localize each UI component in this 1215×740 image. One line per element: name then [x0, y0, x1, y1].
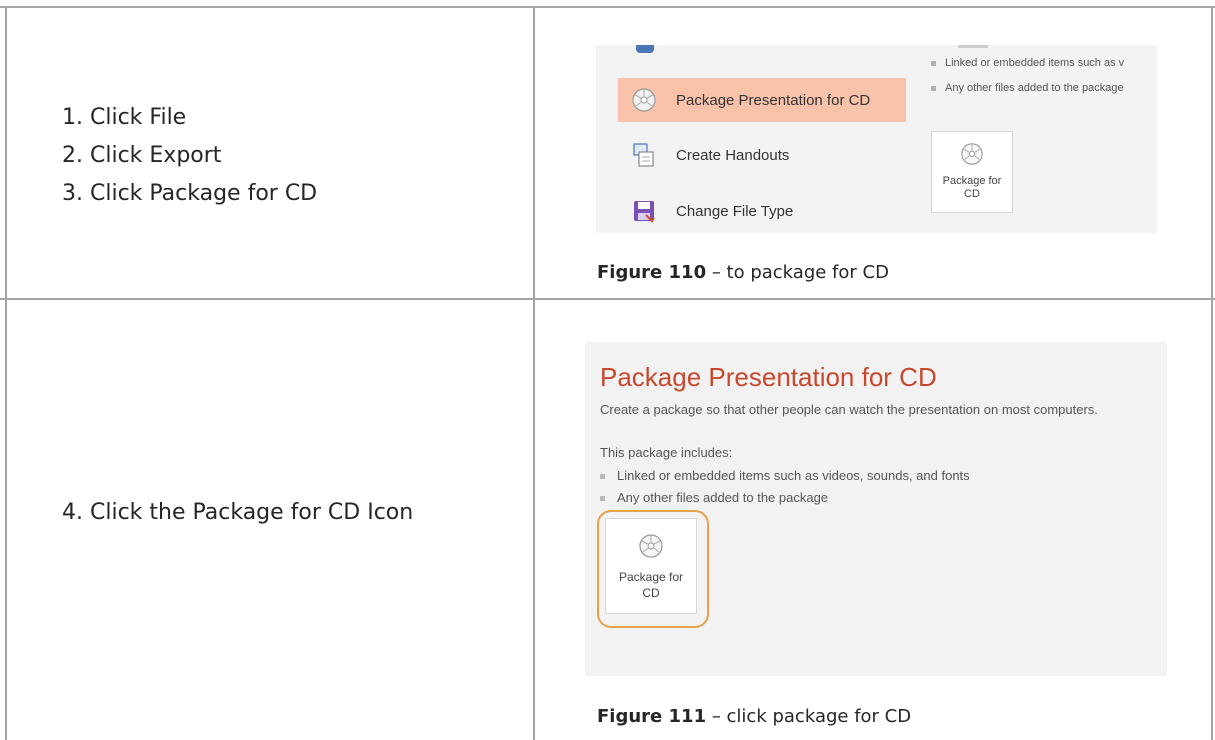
cd-icon: [960, 142, 984, 169]
includes-label: This package includes:: [600, 445, 733, 460]
package-for-cd-tile[interactable]: Package for CD: [605, 518, 697, 614]
menu-item-label: Change File Type: [676, 202, 794, 220]
package-description: Create a package so that other people ca…: [600, 402, 1098, 417]
menu-item-change-file-type[interactable]: Change File Type: [618, 189, 793, 233]
tile-label-line1: Package for: [942, 175, 1002, 187]
partial-text-top: [958, 45, 988, 48]
cd-icon: [628, 84, 660, 116]
bullet-icon: [931, 85, 936, 91]
bullet-icon: [600, 474, 605, 480]
figure-111-screenshot: Package Presentation for CD Create a pac…: [585, 342, 1167, 676]
menu-item-create-handouts[interactable]: Create Handouts: [618, 133, 789, 177]
steps-list-1: 1. Click File 2. Click Export 3. Click P…: [62, 99, 317, 213]
figure-110-screenshot: Package Presentation for CD Create Hando…: [596, 45, 1157, 233]
caption-text: – click package for CD: [706, 706, 912, 727]
caption-figure-number: Figure 111: [597, 706, 707, 727]
package-for-cd-tile[interactable]: Package for CD: [931, 131, 1013, 213]
step-2: 2. Click Export: [62, 143, 222, 168]
save-icon: [628, 195, 660, 227]
menu-item-package-presentation[interactable]: Package Presentation for CD: [618, 78, 906, 122]
bullet-text: Linked or embedded items such as v: [945, 57, 1125, 69]
bullet-text: Any other files added to the package: [945, 82, 1124, 94]
table-border-top: [0, 6, 1215, 8]
tile-label-line1: Package for: [618, 570, 684, 584]
package-presentation-title: Package Presentation for CD: [600, 362, 937, 392]
handouts-icon: [628, 139, 660, 171]
tile-label-line2: CD: [642, 586, 660, 600]
bullet-item: Any other files added to the package: [931, 82, 1124, 94]
table-border-left: [5, 6, 7, 740]
partial-icon-top: [636, 45, 654, 53]
table-border-right: [1211, 6, 1213, 740]
caption-text: – to package for CD: [706, 262, 889, 283]
menu-item-label: Create Handouts: [676, 146, 790, 164]
caption-figure-number: Figure 110: [597, 262, 707, 283]
menu-item-label: Package Presentation for CD: [676, 91, 871, 109]
cd-icon: [638, 533, 664, 562]
bullet-item: Linked or embedded items such as v: [931, 57, 1124, 69]
bullet-icon: [931, 60, 936, 66]
step-1: 1. Click File: [62, 105, 187, 130]
figure-111-caption: Figure 111 – click package for CD: [597, 706, 911, 727]
bullet-text: Linked or embedded items such as videos,…: [617, 468, 970, 483]
table-row-divider: [0, 298, 1215, 300]
bullet-item: Any other files added to the package: [600, 490, 828, 505]
bullet-item: Linked or embedded items such as videos,…: [600, 468, 970, 483]
tile-label-line2: CD: [964, 188, 980, 200]
table-column-divider: [533, 6, 535, 740]
step-3: 3. Click Package for CD: [62, 181, 318, 206]
step-4: 4. Click the Package for CD Icon: [62, 500, 414, 525]
bullet-text: Any other files added to the package: [617, 490, 829, 505]
bullet-icon: [600, 496, 605, 502]
figure-110-caption: Figure 110 – to package for CD: [597, 262, 889, 283]
